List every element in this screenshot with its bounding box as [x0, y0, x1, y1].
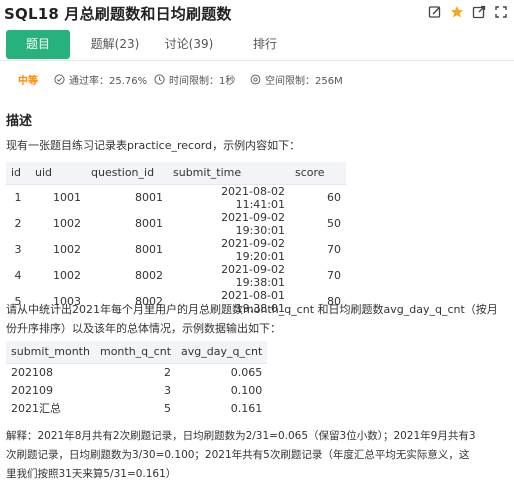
table-header-row: id uid question_id submit_time score [6, 162, 346, 185]
column-header: question_id [86, 162, 168, 185]
table-cell: 1002 [53, 243, 81, 256]
table-cell: 70 [327, 243, 341, 256]
table-cell: 0.161 [230, 401, 263, 415]
table-cell: 3 [164, 383, 172, 397]
table-cell: 3 [14, 243, 22, 256]
memory-icon [250, 74, 261, 85]
table-row: 202108 2 0.065 [6, 363, 267, 381]
header-bar: SQL18 月总刷题数和日均刷题数 [0, 0, 514, 28]
table-cell: 1002 [53, 217, 81, 230]
column-header: month_q_cnt [94, 341, 177, 364]
table-cell: 60 [327, 191, 341, 204]
external-link-icon[interactable] [472, 5, 486, 19]
column-header: score [290, 162, 346, 185]
table-cell: 1002 [53, 269, 81, 282]
output-example-table: submit_month month_q_cnt avg_day_q_cnt 2… [6, 341, 268, 417]
time-limit: 时间限制：1秒 [154, 72, 235, 87]
intro-text: 现有一张题目练习记录表practice_record，示例内容如下： [6, 139, 301, 152]
table-row: 2 1002 8001 2021-09-02 19:30:01 50 [6, 211, 346, 237]
table-cell: 2021-09-02 19:38:01 [221, 262, 285, 289]
tab-solutions[interactable]: 题解(23) [80, 30, 150, 59]
practice-record-table: id uid question_id submit_time score 1 1… [6, 162, 346, 315]
pass-rate-text: 通过率：25.76% [69, 76, 148, 87]
space-limit: 空间限制：256M [250, 72, 343, 87]
table-cell: 202108 [11, 365, 53, 379]
tab-bar: 题目 题解(23) 讨论(39) 排行 [0, 30, 514, 61]
time-limit-text: 时间限制：1秒 [169, 76, 236, 87]
edit-icon[interactable] [428, 5, 442, 19]
clock-icon [154, 74, 165, 85]
star-icon[interactable] [450, 5, 464, 19]
explanation-note: 解释：2021年8月共有2次刷题记录，日均刷题数为2/31=0.065（保留3位… [6, 427, 508, 484]
table-row: 2021汇总 5 0.161 [6, 399, 267, 417]
table-row: 1 1001 8001 2021-08-02 11:41:01 60 [6, 184, 346, 211]
table-cell: 2 [14, 217, 22, 230]
question-text-line2: 份升序排序）以及该年的总体情况，示例数据输出如下： [6, 322, 281, 335]
column-header: uid [30, 162, 86, 185]
table-cell: 2021-08-02 11:41:01 [221, 184, 285, 211]
table-cell: 2021汇总 [11, 402, 61, 415]
table-cell: 202109 [11, 383, 53, 397]
table-cell: 50 [327, 217, 341, 230]
table-cell: 0.100 [230, 383, 263, 397]
table-cell: 8001 [135, 217, 163, 230]
description-heading: 描述 [6, 114, 33, 129]
explanation-line2: 次刷题记录，日均刷题数为3/30=0.100；2021年共有5次刷题记录（年度汇… [6, 449, 470, 461]
pass-rate: 通过率：25.76% [54, 72, 147, 87]
table-row: 3 1002 8001 2021-09-02 19:20:01 70 [6, 237, 346, 263]
problem-title: SQL18 月总刷题数和日均刷题数 [4, 5, 232, 23]
question-text-line1: 请从中统计出2021年每个月里用户的月总刷题数month_q_cnt 和日均刷题… [6, 303, 498, 316]
explanation-line3: 里我们按照31天来算5/31=0.161） [6, 468, 177, 480]
table-cell: 8001 [135, 191, 163, 204]
table-cell: 2 [164, 365, 172, 379]
column-header: id [6, 162, 30, 185]
table-cell: 8001 [135, 243, 163, 256]
table-cell: 2021-09-02 19:30:01 [221, 210, 285, 237]
table-cell: 1001 [53, 191, 81, 204]
table-cell: 0.065 [230, 365, 263, 379]
table-cell: 4 [14, 269, 22, 282]
tab-problem[interactable]: 题目 [6, 30, 70, 59]
table-cell: 1 [14, 191, 22, 204]
space-limit-text: 空间限制：256M [265, 76, 343, 87]
table-cell: 2021-09-02 19:20:01 [221, 236, 285, 263]
table-row: 4 1002 8002 2021-09-02 19:38:01 70 [6, 263, 346, 289]
check-circle-icon [54, 74, 65, 85]
column-header: submit_month [6, 341, 95, 364]
table-header-row: submit_month month_q_cnt avg_day_q_cnt [6, 341, 268, 364]
table-cell: 5 [164, 401, 172, 415]
column-header: submit_time [168, 162, 290, 185]
tab-discussion[interactable]: 讨论(39) [158, 30, 220, 59]
tab-divider [0, 60, 514, 61]
table-row: 202109 3 0.100 [6, 381, 267, 399]
tab-ranking[interactable]: 排行 [240, 30, 290, 59]
column-header: avg_day_q_cnt [176, 341, 268, 364]
table-cell: 70 [327, 269, 341, 282]
table-cell: 8002 [135, 269, 163, 282]
explanation-line1: 解释：2021年8月共有2次刷题记录，日均刷题数为2/31=0.065（保留3位… [6, 430, 476, 442]
header-actions [428, 5, 508, 19]
expand-icon[interactable] [494, 5, 508, 19]
difficulty-badge: 中等 [18, 76, 38, 87]
problem-meta: 中等 通过率：25.76% 时间限制：1秒 空间限制：256M [0, 68, 514, 90]
